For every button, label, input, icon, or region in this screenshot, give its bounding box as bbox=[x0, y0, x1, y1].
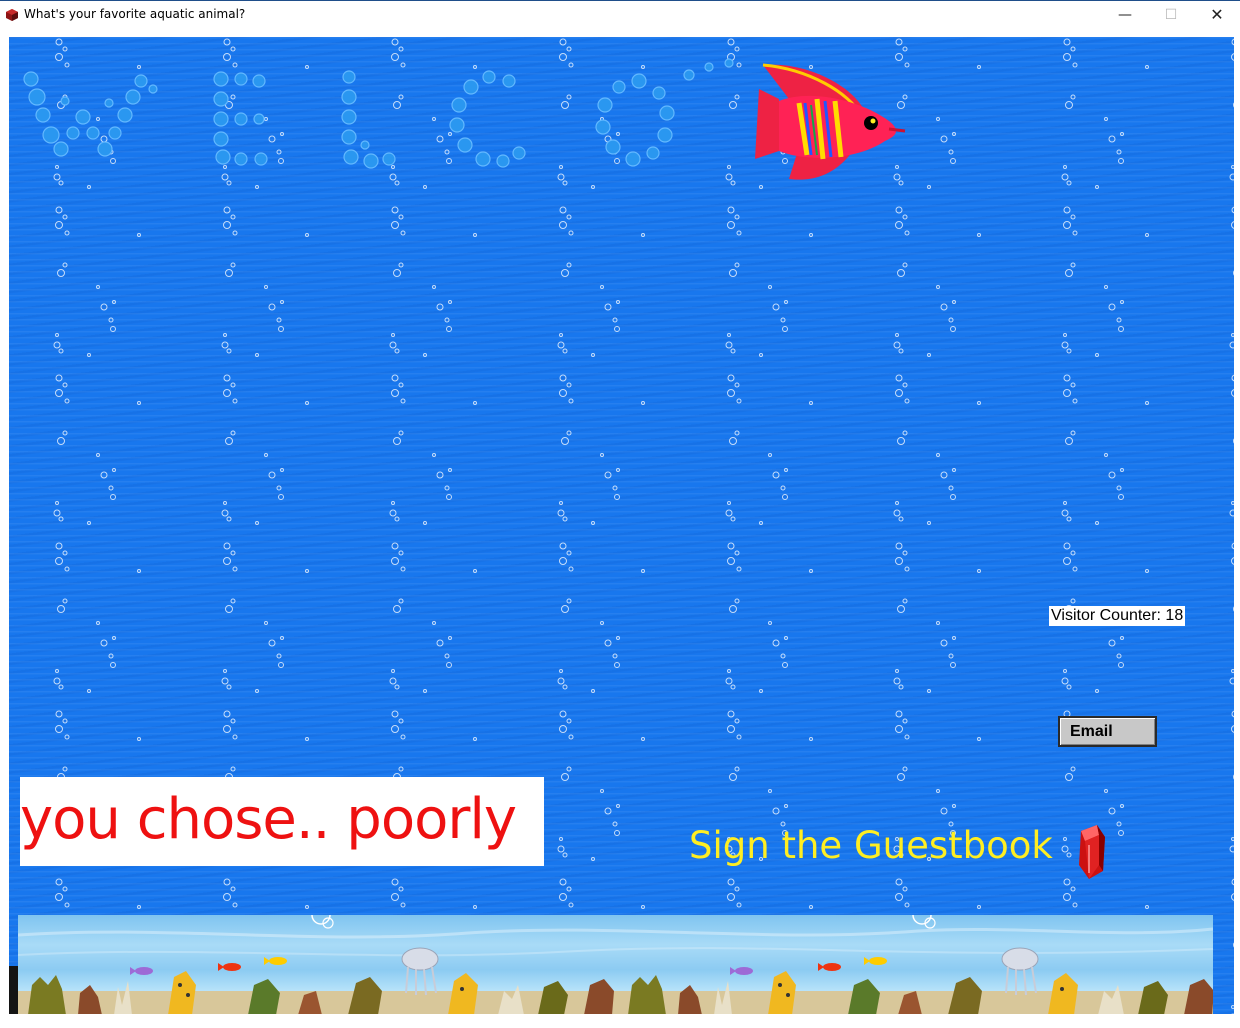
red-book-icon[interactable] bbox=[1075, 825, 1107, 883]
guestbook-link[interactable]: Sign the Guestbook bbox=[689, 824, 1053, 867]
page-edge bbox=[9, 966, 18, 1014]
app-icon bbox=[6, 9, 18, 21]
visitor-counter: Visitor Counter: 18 bbox=[1049, 606, 1186, 626]
result-banner: you chose.. poorly bbox=[20, 777, 544, 866]
window-title: What's your favorite aquatic animal? bbox=[24, 7, 246, 21]
maximize-button[interactable]: ☐ bbox=[1148, 1, 1194, 31]
aquarium-scene bbox=[18, 915, 1213, 1014]
page-content: Visitor Counter: 18 Email you chose.. po… bbox=[9, 37, 1234, 1014]
email-button[interactable]: Email bbox=[1058, 716, 1157, 747]
minimize-button[interactable]: — bbox=[1102, 1, 1148, 31]
angelfish-icon bbox=[755, 63, 906, 180]
result-message: you chose.. poorly bbox=[20, 787, 517, 852]
title-bar: What's your favorite aquatic animal? — ☐… bbox=[0, 0, 1240, 30]
close-button[interactable]: ✕ bbox=[1194, 1, 1240, 31]
